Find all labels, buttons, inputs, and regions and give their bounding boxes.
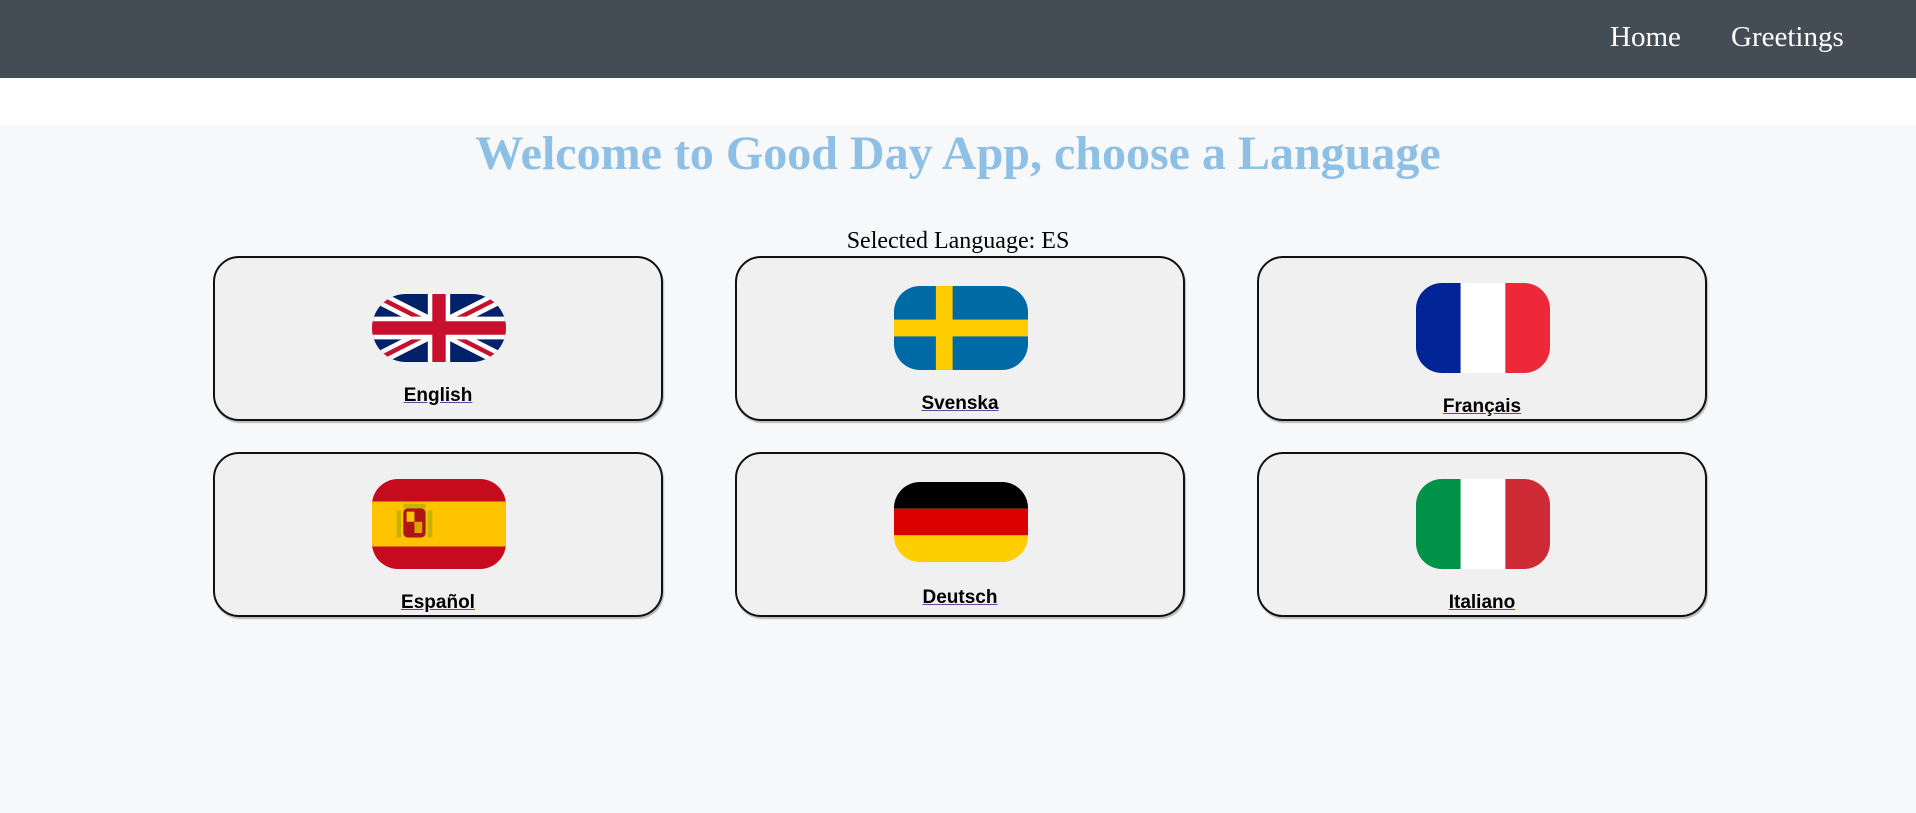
language-label-italiano[interactable]: Italiano [1259, 592, 1705, 614]
language-card-english[interactable]: English [213, 256, 663, 421]
sweden-flag-icon [894, 286, 1028, 370]
germany-flag-icon [894, 482, 1028, 562]
language-label-deutsch[interactable]: Deutsch [737, 587, 1183, 609]
nav-home-link[interactable]: Home [1610, 17, 1681, 57]
language-card-italiano[interactable]: Italiano [1257, 452, 1707, 617]
italy-flag-icon [1416, 479, 1550, 569]
nav-greetings-link[interactable]: Greetings [1731, 17, 1844, 57]
selected-language-prefix: Selected Language: [846, 228, 1036, 254]
language-label-svenska[interactable]: Svenska [737, 393, 1183, 415]
language-card-francais[interactable]: Français [1257, 256, 1707, 421]
top-navbar: Home Greetings [0, 0, 1916, 78]
france-flag-icon [1416, 283, 1550, 373]
selected-language-status: Selected Language: ES [0, 226, 1916, 256]
language-card-svenska[interactable]: Svenska [735, 256, 1185, 421]
header-spacer [0, 78, 1916, 125]
language-card-deutsch[interactable]: Deutsch [735, 452, 1185, 617]
selected-language-code: ES [1041, 228, 1070, 254]
page-title: Welcome to Good Day App, choose a Langua… [475, 127, 1441, 180]
language-label-francais[interactable]: Français [1259, 396, 1705, 418]
uk-flag-icon [372, 294, 506, 362]
language-label-english[interactable]: English [215, 385, 661, 407]
spain-flag-icon [372, 479, 506, 569]
language-card-espanol[interactable]: Español [213, 452, 663, 617]
language-label-espanol[interactable]: Español [215, 592, 661, 614]
